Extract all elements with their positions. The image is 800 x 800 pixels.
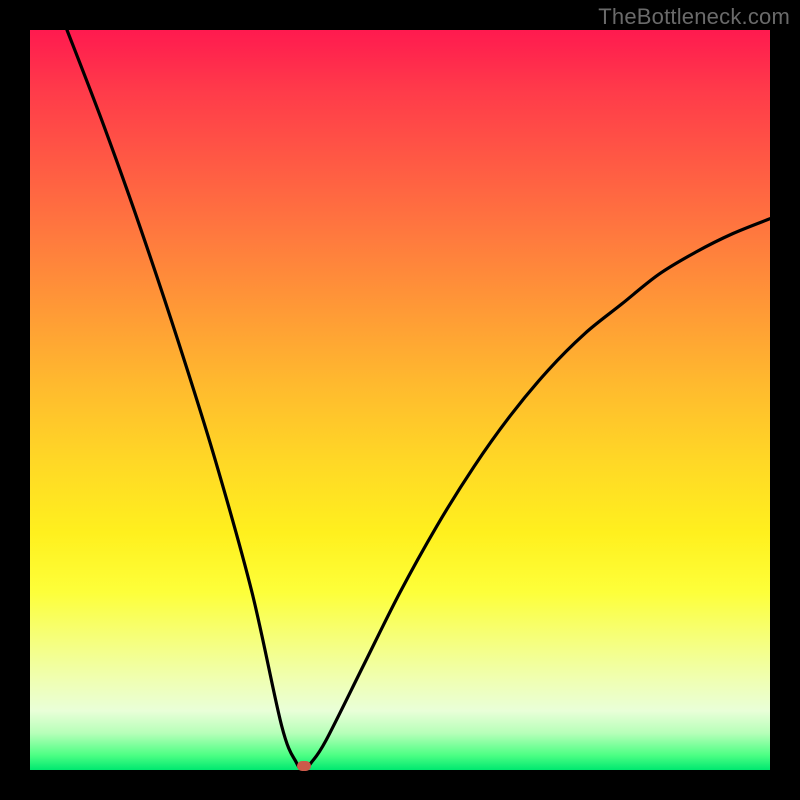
curve-svg [30, 30, 770, 770]
plot-area [30, 30, 770, 770]
chart-frame: TheBottleneck.com [0, 0, 800, 800]
bottleneck-curve-path [67, 30, 770, 770]
watermark-text: TheBottleneck.com [598, 4, 790, 30]
optimum-marker [297, 761, 311, 771]
